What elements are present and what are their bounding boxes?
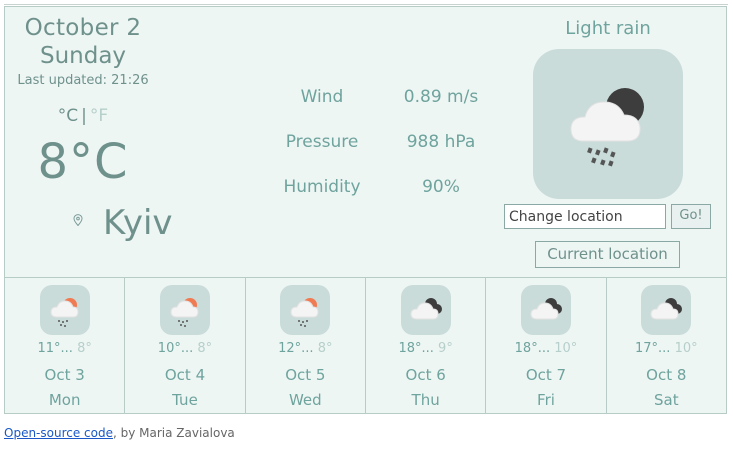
stat-value: 988 hPa [406,132,476,152]
forecast-day-name: Tue [172,391,198,409]
forecast-temps: 12°... 8° [246,341,365,356]
forecast-min: 8° [317,341,333,356]
go-button[interactable]: Go! [671,204,711,229]
forecast-day: 12°... 8° Oct 5 Wed [246,278,366,413]
forecast-strip: 11°... 8° Oct 3 Mon 10°... 8° Oct 4 Tue … [4,278,727,414]
stat-label: Pressure [285,132,359,152]
unit-separator: | [81,106,87,126]
forecast-min: 9° [438,341,453,356]
forecast-max: 11°... [37,341,73,356]
celsius-link[interactable]: °C [58,106,78,126]
condition-text: Light rain [565,18,651,39]
forecast-day-name: Sat [654,391,679,409]
forecast-temps: 18°... 10° [486,341,605,356]
forecast-day-name: Mon [48,391,81,409]
forecast-date: Oct 6 [405,366,446,384]
cloud-sun-rain-icon [280,285,331,335]
stat-value: 0.89 m/s [403,87,479,107]
forecast-temps: 10°... 8° [125,341,244,356]
location-pin-icon [73,214,83,226]
current-temperature: 8°C [37,134,129,190]
forecast-date: Oct 7 [525,366,567,384]
forecast-day: 18°... 9° Oct 6 Thu [366,278,487,413]
current-day: Sunday [39,43,127,69]
stat-label: Humidity [283,177,361,197]
weather-stats: Wind 0.89 m/s Pressure 988 hPa Humidity … [260,87,490,222]
forecast-temps: 11°... 8° [5,341,124,356]
cloud-moon-icon [400,285,451,335]
unit-toggle: °C | °F [5,106,161,126]
forecast-date: Oct 4 [164,366,206,384]
stat-pressure: Pressure 988 hPa [260,132,490,177]
forecast-min: 8° [197,341,213,356]
cloud-moon-icon [641,285,692,335]
source-code-link[interactable]: Open-source code [4,426,113,440]
city-name: Kyiv [103,203,173,243]
forecast-day: 11°... 8° Oct 3 Mon [5,278,126,413]
current-weather-card: October 2 Sunday Last updated: 21:26 °C |… [4,6,727,278]
top-divider [4,4,728,5]
forecast-min: 8° [77,341,92,356]
forecast-max: 17°... [634,341,671,356]
forecast-date: Oct 3 [44,366,85,384]
forecast-temps: 17°... 10° [607,341,726,356]
current-date: October 2 [24,15,142,41]
forecast-max: 12°... [278,341,314,356]
forecast-day: 18°... 10° Oct 7 Fri [486,278,607,413]
location-search-input[interactable] [504,204,666,229]
forecast-min: 10° [554,341,578,356]
stat-label: Wind [300,87,344,107]
stat-value: 90% [422,177,460,197]
forecast-min: 10° [674,341,698,356]
last-updated: Last updated: 21:26 [17,73,149,88]
stat-humidity: Humidity 90% [260,177,490,222]
forecast-day: 10°... 8° Oct 4 Tue [125,278,246,413]
forecast-day: 17°... 10° Oct 8 Sat [607,278,726,413]
footer: Open-source code, by Maria Zavialova [4,426,235,440]
forecast-max: 18°... [398,341,434,356]
forecast-max: 18°... [514,341,551,356]
forecast-day-name: Thu [411,391,440,409]
cloud-moon-rain-icon [533,49,683,199]
stat-wind: Wind 0.89 m/s [260,87,490,132]
forecast-max: 10°... [157,341,194,356]
forecast-date: Oct 5 [285,366,326,384]
forecast-day-name: Fri [537,391,555,409]
cloud-sun-rain-icon [159,285,210,335]
author-credit: , by Maria Zavialova [112,426,235,440]
forecast-day-name: Wed [288,391,322,409]
cloud-moon-icon [520,285,571,335]
forecast-date: Oct 8 [646,366,687,384]
current-location-button[interactable]: Current location [535,241,680,268]
cloud-sun-rain-icon [39,285,90,335]
fahrenheit-link[interactable]: °F [90,106,108,126]
forecast-temps: 18°... 9° [366,341,485,356]
